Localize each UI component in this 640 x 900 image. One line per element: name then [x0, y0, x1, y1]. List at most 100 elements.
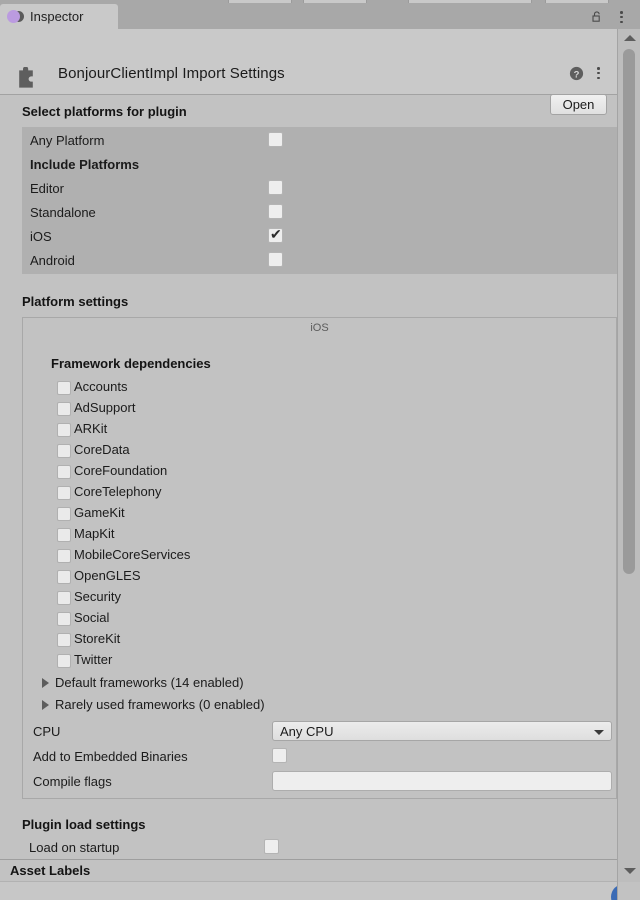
platform-checkbox-ios[interactable]: ✔ [268, 226, 283, 243]
kebab-menu-icon[interactable] [592, 66, 605, 80]
framework-label: GameKit [74, 505, 125, 520]
framework-checkbox-mobilecoreservices[interactable] [57, 549, 71, 563]
framework-label: Social [74, 610, 110, 625]
framework-row-mapkit[interactable]: MapKit [23, 525, 616, 546]
framework-checkbox-accounts[interactable] [57, 381, 71, 395]
framework-checkbox-storekit[interactable] [57, 633, 71, 647]
chrome-tab-stub [303, 0, 367, 3]
framework-row-social[interactable]: Social [23, 609, 616, 630]
platform-tab-ios[interactable]: iOS [23, 322, 616, 334]
checkmark-icon: ✔ [270, 226, 282, 242]
framework-checkbox-gamekit[interactable] [57, 507, 71, 521]
framework-row-opengles[interactable]: OpenGLES [23, 567, 616, 588]
platform-label: Editor [30, 180, 64, 196]
cpu-label: CPU [33, 724, 61, 739]
platform-label: Any Platform [30, 132, 105, 148]
framework-row-coretelephony[interactable]: CoreTelephony [23, 483, 616, 504]
framework-row-security[interactable]: Security [23, 588, 616, 609]
platforms-section-title: Select platforms for plugin [22, 104, 187, 119]
framework-row-mobilecoreservices[interactable]: MobileCoreServices [23, 546, 616, 567]
cpu-dropdown-value: Any CPU [280, 724, 334, 739]
framework-row-gamekit[interactable]: GameKit [23, 504, 616, 525]
asset-labels-title: Asset Labels [10, 863, 91, 878]
scrollbar-track-bottom [618, 882, 640, 900]
framework-dependencies-title: Framework dependencies [51, 356, 211, 371]
framework-label: MobileCoreServices [74, 547, 191, 562]
chevron-down-icon [594, 730, 604, 735]
framework-row-coredata[interactable]: CoreData [23, 441, 616, 462]
framework-label: CoreFoundation [74, 463, 168, 478]
platform-label: Include Platforms [30, 156, 140, 172]
framework-row-accounts[interactable]: Accounts [23, 378, 616, 399]
platform-row-android[interactable]: Android [22, 248, 617, 272]
framework-checkbox-adsupport[interactable] [57, 402, 71, 416]
framework-label: MapKit [74, 526, 115, 541]
platform-row-standalone[interactable]: Standalone [22, 200, 617, 224]
platform-checkbox-standalone[interactable] [268, 204, 283, 219]
open-button[interactable]: Open [550, 94, 607, 115]
tab-inspector[interactable]: Inspector [0, 4, 118, 29]
framework-checkbox-coredata[interactable] [57, 444, 71, 458]
framework-checkbox-opengles[interactable] [57, 570, 71, 584]
compile-flags-label: Compile flags [33, 774, 112, 789]
platform-checkbox-android[interactable] [268, 252, 283, 267]
embedded-binaries-row: Add to Embedded Binaries [23, 746, 616, 768]
platform-settings-title: Platform settings [22, 294, 129, 309]
plugin-load-settings-title: Plugin load settings [22, 817, 146, 832]
foldout-label: Rarely used frameworks (0 enabled) [55, 697, 265, 712]
svg-text:?: ? [574, 69, 580, 80]
lock-open-icon[interactable] [591, 10, 604, 23]
scroll-down-arrow-icon[interactable] [624, 868, 636, 874]
platform-row-any[interactable]: Any Platform [22, 128, 617, 152]
framework-checkbox-corefoundation[interactable] [57, 465, 71, 479]
framework-checkbox-arkit[interactable] [57, 423, 71, 437]
scroll-up-arrow-icon[interactable] [624, 35, 636, 41]
platform-checkbox-any[interactable] [268, 132, 283, 147]
help-question-icon[interactable]: ? [569, 66, 584, 81]
framework-label: Accounts [74, 379, 128, 394]
chrome-tab-stub [545, 0, 609, 3]
platform-label: iOS [30, 228, 52, 244]
embedded-binaries-checkbox[interactable] [272, 748, 287, 763]
framework-label: OpenGLES [74, 568, 141, 583]
asset-labels-bar[interactable]: Asset Labels [0, 859, 617, 881]
platform-checkbox-editor[interactable] [268, 180, 283, 195]
platform-row-ios[interactable]: iOS ✔ [22, 224, 617, 248]
platform-list: Any Platform Include Platforms Editor St… [22, 127, 617, 274]
framework-checkbox-mapkit[interactable] [57, 528, 71, 542]
asset-labels-body [0, 881, 617, 900]
framework-row-adsupport[interactable]: AdSupport [23, 399, 616, 420]
framework-label: CoreTelephony [74, 484, 162, 499]
platform-settings-panel: iOS Framework dependencies Accounts AdSu… [22, 317, 617, 799]
load-on-startup-checkbox[interactable] [264, 839, 279, 854]
framework-row-twitter[interactable]: Twitter [23, 651, 616, 672]
chrome-tab-stub [408, 0, 532, 3]
framework-checkbox-security[interactable] [57, 591, 71, 605]
framework-checkbox-coretelephony[interactable] [57, 486, 71, 500]
platform-label: Android [30, 252, 75, 268]
framework-label: Security [74, 589, 121, 604]
inspector-window: Inspector BonjourClientImpl Import Setti… [0, 0, 640, 900]
platform-label: Standalone [30, 204, 96, 220]
framework-checkbox-twitter[interactable] [57, 654, 71, 668]
framework-row-storekit[interactable]: StoreKit [23, 630, 616, 651]
framework-checkbox-social[interactable] [57, 612, 71, 626]
platform-row-editor[interactable]: Editor [22, 176, 617, 200]
foldout-label: Default frameworks (14 enabled) [55, 675, 244, 690]
cpu-field-row: CPU Any CPU [23, 721, 616, 743]
chrome-tab-stub [228, 0, 292, 3]
cpu-dropdown[interactable]: Any CPU [272, 721, 612, 741]
foldout-default-frameworks[interactable]: Default frameworks (14 enabled) [23, 673, 616, 695]
vertical-scrollbar[interactable] [617, 29, 640, 900]
tab-bar: Inspector [0, 4, 640, 29]
page-title: BonjourClientImpl Import Settings [58, 65, 285, 82]
framework-row-arkit[interactable]: ARKit [23, 420, 616, 441]
framework-row-corefoundation[interactable]: CoreFoundation [23, 462, 616, 483]
foldout-rarely-used-frameworks[interactable]: Rarely used frameworks (0 enabled) [23, 695, 616, 717]
framework-label: AdSupport [74, 400, 136, 415]
chevron-right-icon [42, 700, 49, 710]
scrollbar-thumb[interactable] [623, 49, 635, 574]
compile-flags-row: Compile flags [23, 771, 616, 793]
kebab-menu-icon[interactable] [615, 10, 628, 24]
compile-flags-input[interactable] [272, 771, 612, 791]
